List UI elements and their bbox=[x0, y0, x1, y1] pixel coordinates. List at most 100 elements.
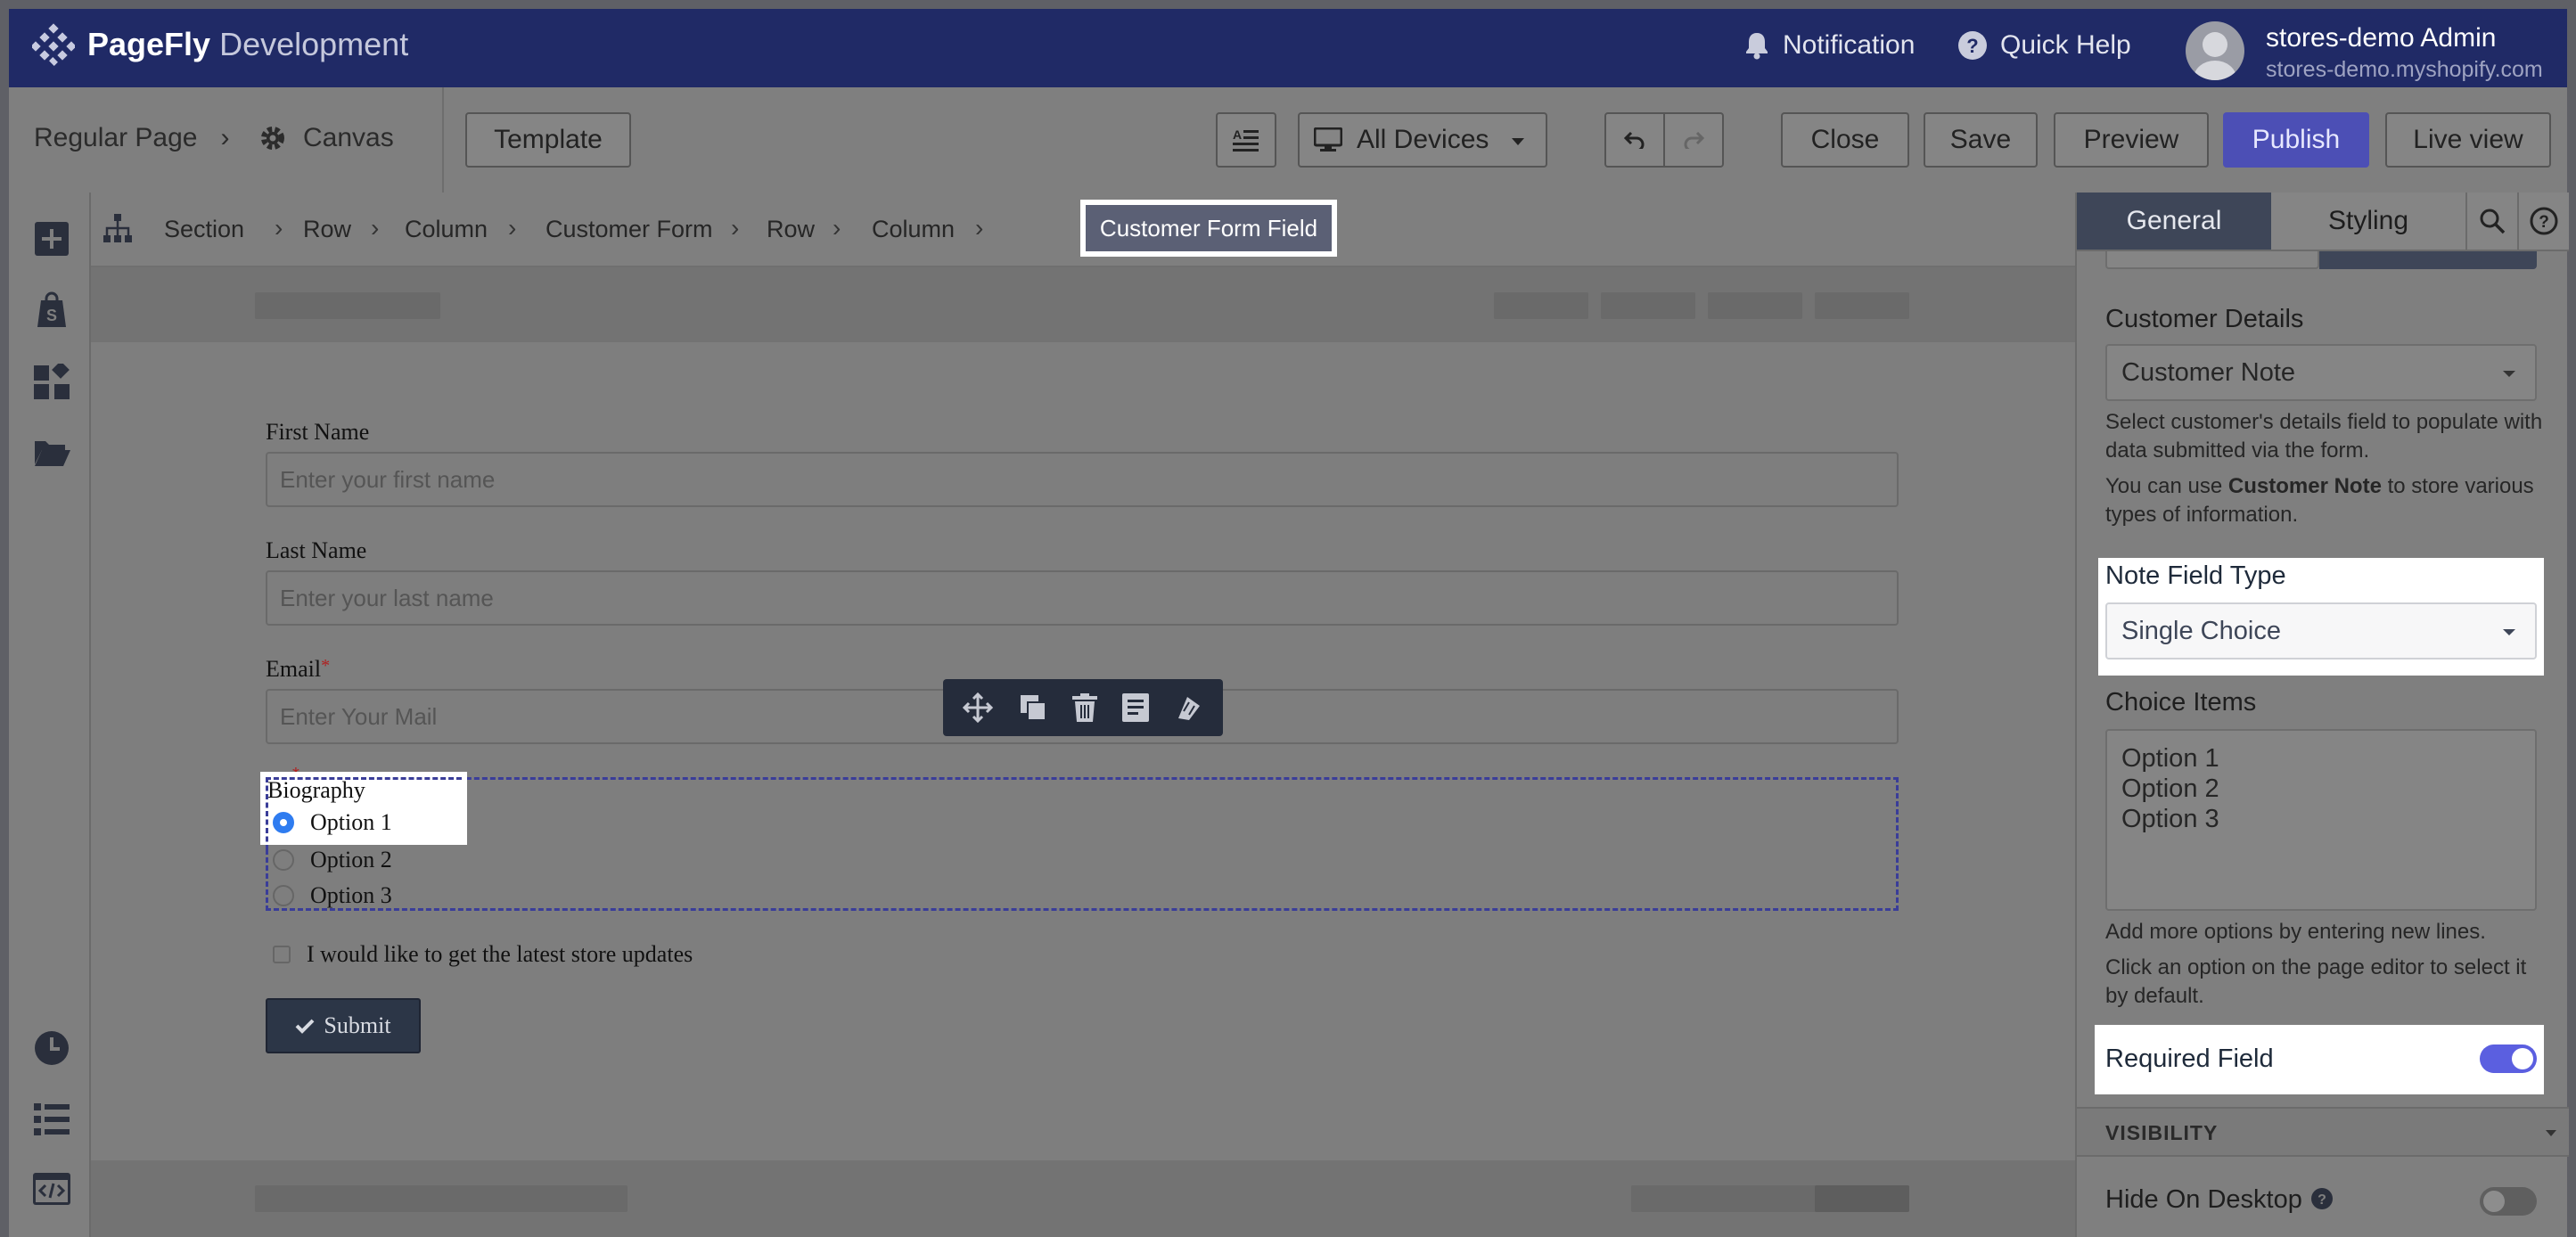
text-align-button[interactable]: A bbox=[1216, 112, 1276, 168]
tab-general[interactable]: General bbox=[2077, 193, 2271, 251]
publish-button[interactable]: Publish bbox=[2223, 112, 2369, 168]
skeleton-block bbox=[1708, 292, 1802, 319]
undo-button[interactable] bbox=[1604, 112, 1665, 168]
gear-icon bbox=[261, 127, 284, 150]
alignment-option-left[interactable] bbox=[2105, 251, 2319, 269]
canvas-settings-link[interactable]: Canvas bbox=[258, 123, 394, 153]
chevron-right-icon: › bbox=[508, 214, 517, 242]
add-element-button[interactable] bbox=[29, 216, 75, 262]
duplicate-icon[interactable] bbox=[1019, 693, 1047, 722]
svg-text:S: S bbox=[46, 307, 57, 324]
live-view-button[interactable]: Live view bbox=[2385, 112, 2551, 168]
skeleton-block bbox=[1601, 292, 1695, 319]
chevron-right-icon: › bbox=[275, 214, 283, 242]
alignment-option-top[interactable] bbox=[2319, 251, 2537, 269]
required-field-toggle[interactable] bbox=[2480, 1044, 2537, 1073]
check-icon bbox=[296, 1019, 315, 1034]
notification-label: Notification bbox=[1783, 30, 1916, 60]
inspector-panel: General Styling ? Customer Details Custo… bbox=[2075, 193, 2576, 1237]
template-button[interactable]: Template bbox=[465, 112, 631, 168]
code-button[interactable] bbox=[29, 1166, 75, 1212]
skeleton-block bbox=[1815, 292, 1909, 319]
shopify-bag-icon: S bbox=[37, 291, 66, 327]
history-button[interactable] bbox=[29, 1025, 75, 1071]
biography-field-selection[interactable] bbox=[266, 777, 1899, 911]
preview-button[interactable]: Preview bbox=[2054, 112, 2209, 168]
first-name-input[interactable]: Enter your first name bbox=[266, 452, 1899, 507]
choice-items-textarea[interactable]: Option 1 Option 2 Option 3 bbox=[2105, 729, 2537, 911]
styling-brush-icon[interactable] bbox=[1175, 693, 1203, 722]
radio-option-3[interactable]: Option 3 bbox=[273, 882, 392, 909]
hide-on-desktop-toggle[interactable] bbox=[2480, 1187, 2537, 1216]
customer-details-label: Customer Details bbox=[2105, 305, 2304, 333]
skeleton-block bbox=[1815, 1185, 1909, 1212]
caret-down-icon bbox=[1512, 138, 1524, 145]
outline-button[interactable] bbox=[29, 1096, 75, 1143]
inspector-tabs: General Styling ? bbox=[2077, 193, 2569, 251]
radio-option-1[interactable]: Option 1 bbox=[273, 809, 392, 836]
choice-item-line: Option 3 bbox=[2121, 805, 2219, 833]
note-field-type-select[interactable]: Single Choice bbox=[2105, 602, 2537, 659]
submit-button[interactable]: Submit bbox=[266, 998, 421, 1053]
tab-styling[interactable]: Styling bbox=[2271, 193, 2465, 251]
close-button[interactable]: Close bbox=[1781, 112, 1909, 168]
notification-link[interactable]: Notification bbox=[1743, 30, 1915, 61]
caret-down-icon bbox=[2546, 1130, 2556, 1136]
user-store-domain: stores-demo.myshopify.com bbox=[2266, 57, 2543, 82]
editor-toolbar: Regular Page › Canvas Template A All Dev… bbox=[0, 87, 2576, 193]
user-avatar[interactable] bbox=[2186, 21, 2244, 80]
shopify-button[interactable]: S bbox=[29, 287, 75, 333]
svg-text:?: ? bbox=[1966, 35, 1978, 57]
clock-icon bbox=[35, 1031, 69, 1065]
help-button[interactable]: ? bbox=[2517, 193, 2569, 251]
trash-icon[interactable] bbox=[1071, 693, 1097, 722]
svg-text:?: ? bbox=[2539, 213, 2549, 232]
regular-page-link[interactable]: Regular Page › bbox=[34, 123, 229, 153]
move-icon[interactable] bbox=[963, 692, 994, 723]
redo-button[interactable] bbox=[1663, 112, 1724, 168]
question-circle-icon: ? bbox=[1958, 31, 1987, 60]
plus-square-icon bbox=[35, 222, 69, 256]
question-circle-icon[interactable]: ? bbox=[2310, 1187, 2334, 1210]
question-circle-icon: ? bbox=[2530, 207, 2558, 235]
bell-icon bbox=[1746, 33, 1768, 60]
customer-details-select[interactable]: Customer Note bbox=[2105, 344, 2537, 401]
chevron-right-icon: › bbox=[220, 123, 230, 152]
breadcrumb-column[interactable]: Column bbox=[405, 216, 488, 243]
brand-logo[interactable]: PageFly Development bbox=[32, 23, 408, 66]
breadcrumb-customer-form[interactable]: Customer Form bbox=[546, 216, 713, 243]
radio-option-2-label: Option 2 bbox=[310, 847, 392, 872]
caret-down-icon bbox=[2503, 371, 2515, 377]
device-select[interactable]: All Devices bbox=[1298, 112, 1547, 168]
visibility-section-header[interactable]: VISIBILITY bbox=[2077, 1107, 2569, 1157]
store-updates-checkbox[interactable]: I would like to get the latest store upd… bbox=[273, 941, 693, 968]
breadcrumb-row[interactable]: Row bbox=[303, 216, 351, 243]
breadcrumb-row-2[interactable]: Row bbox=[767, 216, 815, 243]
radio-option-2[interactable]: Option 2 bbox=[273, 847, 392, 873]
search-settings-button[interactable] bbox=[2465, 193, 2517, 251]
save-button[interactable]: Save bbox=[1924, 112, 2038, 168]
quick-help-link[interactable]: ? Quick Help bbox=[1957, 30, 2131, 61]
apps-button[interactable] bbox=[29, 358, 75, 405]
undo-icon bbox=[1624, 131, 1645, 149]
chevron-right-icon: › bbox=[731, 214, 740, 242]
user-name[interactable]: stores-demo Admin bbox=[2266, 23, 2496, 53]
left-sidebar: S bbox=[0, 193, 91, 1237]
sitemap-icon[interactable] bbox=[103, 214, 132, 242]
svg-text:A: A bbox=[1233, 127, 1242, 142]
note-field-type-label: Note Field Type bbox=[2105, 561, 2286, 590]
save-to-library-icon[interactable] bbox=[1122, 693, 1150, 722]
breadcrumb-active-highlight: Customer Form Field bbox=[1080, 200, 1337, 257]
visibility-label: VISIBILITY bbox=[2105, 1121, 2219, 1144]
breadcrumb-column-2[interactable]: Column bbox=[872, 216, 955, 243]
default-option-help: Click an option on the page editor to se… bbox=[2105, 955, 2527, 1008]
breadcrumb-section[interactable]: Section bbox=[164, 216, 244, 243]
customer-note-help: You can use Customer Note to store vario… bbox=[2105, 472, 2551, 529]
choice-item-line: Option 1 bbox=[2121, 744, 2219, 773]
toolbar-divider bbox=[442, 87, 444, 193]
last-name-input[interactable]: Enter your last name bbox=[266, 570, 1899, 626]
canvas-label: Canvas bbox=[303, 123, 394, 152]
open-pages-button[interactable] bbox=[29, 430, 75, 476]
breadcrumb-customer-form-field[interactable]: Customer Form Field bbox=[1086, 205, 1332, 251]
biography-label: Biography bbox=[267, 777, 365, 803]
